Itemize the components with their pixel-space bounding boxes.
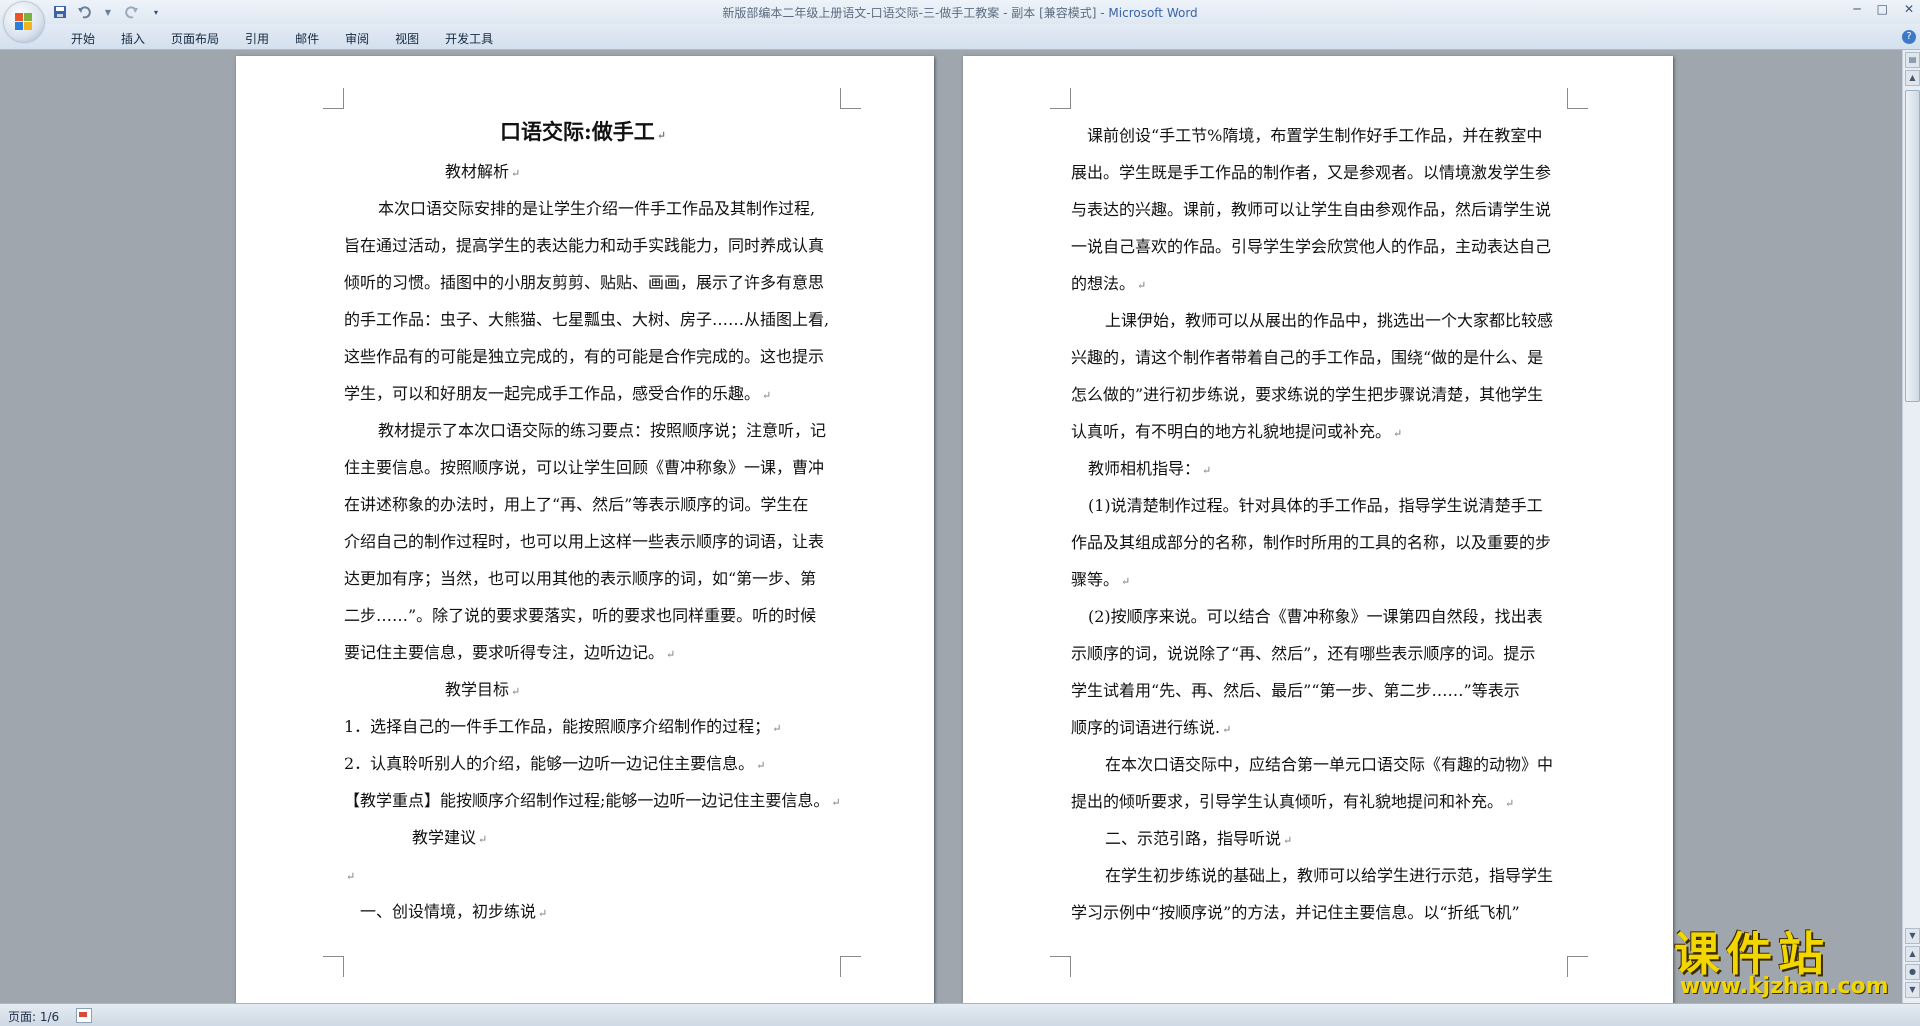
help-icon[interactable]: ?	[1902, 30, 1916, 44]
paragraph-line: 的想法。 ↵	[1071, 274, 1147, 293]
paragraph-line: 一说自己喜欢的作品。引导学生学会欣赏他人的作品，主动表达自己	[1071, 237, 1552, 256]
paragraph-line: 1．选择自己的一件手工作品，能按照顺序介绍制作的过程； ↵	[344, 717, 782, 736]
watermark-logo: 课件站 www.kjzhan.com	[1666, 918, 1906, 1003]
paragraph-line: 骤等。 ↵	[1071, 570, 1131, 589]
paragraph-line: 旨在通过活动，提高学生的表达能力和动手实践能力，同时养成认真	[344, 236, 825, 255]
vertical-scrollbar[interactable]: ▤ ▲ ▼ ▲ ● ▼	[1902, 50, 1920, 1003]
tab-developer[interactable]: 开发工具	[432, 30, 506, 47]
paragraph-line: 二、示范引路，指导听说 ↵	[1105, 829, 1293, 848]
margin-corner-mark	[1567, 956, 1588, 977]
scroll-down-icon[interactable]: ▼	[1905, 928, 1920, 944]
proofing-status-icon[interactable]	[76, 1008, 92, 1023]
paragraph-line: 二步……”。除了说的要求要落实，听的要求也同样重要。听的时候	[344, 606, 817, 625]
tab-review[interactable]: 审阅	[332, 30, 382, 47]
paragraph-line: 在本次口语交际中，应结合第一单元口语交际《有趣的动物》中	[1105, 755, 1554, 774]
office-logo-icon	[15, 13, 33, 31]
tab-insert[interactable]: 插入	[108, 30, 158, 47]
paragraph-line: 展出。学生既是手工作品的制作者，又是参观者。以情境激发学生参	[1071, 163, 1552, 182]
window-controls: ─ □ ✕	[1853, 2, 1914, 16]
margin-corner-mark	[840, 956, 861, 977]
ruler-toggle-icon[interactable]: ▤	[1905, 52, 1920, 68]
margin-corner-mark	[1050, 956, 1071, 977]
paragraph-line: 达更加有序；当然，也可以用其他的表示顺序的词，如“第一步、第	[344, 569, 817, 588]
paragraph-line: 学生，可以和好朋友一起完成手工作品，感受合作的乐趣。 ↵	[344, 384, 772, 403]
close-icon[interactable]: ✕	[1904, 2, 1914, 16]
paragraph-line: 介绍自己的制作过程时，也可以用上这样一些表示顺序的词语，让表	[344, 532, 825, 551]
tab-view[interactable]: 视图	[382, 30, 432, 47]
previous-page-icon[interactable]: ▲	[1905, 946, 1920, 962]
margin-corner-mark	[323, 956, 344, 977]
ribbon-tab-bar: 开始 插入 页面布局 引用 邮件 审阅 视图 开发工具 ?	[0, 24, 1920, 50]
paragraph-line: 怎么做的”进行初步练说，要求练说的学生把步骤说清楚，其他学生	[1071, 385, 1544, 404]
paragraph-line: (2)按顺序来说。可以结合《曹冲称象》一课第四自然段，找出表	[1088, 607, 1543, 626]
paragraph-line: 的手工作品：虫子、大熊猫、七星瓢虫、大树、房子……从插图上看,	[344, 310, 830, 329]
tab-home[interactable]: 开始	[58, 30, 108, 47]
tab-mailings[interactable]: 邮件	[282, 30, 332, 47]
maximize-icon[interactable]: □	[1877, 2, 1888, 16]
page-count-status[interactable]: 页面: 1/6	[8, 1008, 59, 1025]
status-bar: 页面: 1/6	[0, 1003, 1920, 1026]
tab-page-layout[interactable]: 页面布局	[158, 30, 232, 47]
next-page-icon[interactable]: ▼	[1905, 982, 1920, 998]
office-button[interactable]	[4, 2, 44, 42]
minimize-icon[interactable]: ─	[1853, 2, 1860, 16]
paragraph-line: 兴趣的，请这个制作者带着自己的手工作品，围绕“做的是什么、是	[1071, 348, 1544, 367]
paragraph-line: 认真听，有不明白的地方礼貌地提问或补充。 ↵	[1071, 422, 1403, 441]
select-browse-object-icon[interactable]: ●	[1905, 964, 1920, 980]
paragraph-line: 在学生初步练说的基础上，教师可以给学生进行示范，指导学生	[1105, 866, 1554, 885]
paragraph-line: 一、创设情境，初步练说 ↵	[360, 902, 548, 921]
document-title: 新版部编本二年级上册语文-口语交际-三-做手工教案 - 副本 [兼容模式] -	[722, 6, 1109, 20]
paragraph-line: 教师相机指导： ↵	[1088, 459, 1212, 478]
document-heading: 口语交际:做手工 ↵	[500, 119, 666, 144]
watermark-url: www.kjzhan.com	[1680, 974, 1889, 999]
margin-corner-mark	[840, 88, 861, 109]
paragraph-line: 提出的倾听要求，引导学生认真倾听，有礼貌地提问和补充。 ↵	[1071, 792, 1515, 811]
paragraph-line: 教学建议 ↵	[412, 828, 488, 847]
paragraph-line: 在讲述称象的办法时，用上了“再、然后”等表示顺序的词。学生在	[344, 495, 809, 514]
paragraph-line: 学生试着用“先、再、然后、最后”“第一步、第二步……”等表示	[1071, 681, 1520, 700]
paragraph-line: 【教学重点】能按顺序介绍制作过程;能够一边听一边记住主要信息。 ↵	[344, 791, 841, 810]
title-bar: ▼ ▾ 新版部编本二年级上册语文-口语交际-三-做手工教案 - 副本 [兼容模式…	[0, 0, 1920, 25]
window-title: 新版部编本二年级上册语文-口语交际-三-做手工教案 - 副本 [兼容模式] - …	[0, 4, 1920, 21]
paragraph-line: (1)说清楚制作过程。针对具体的手工作品，指导学生说清楚手工	[1088, 496, 1543, 515]
document-page-2[interactable]: 课前创设“手工节%隋境，布置学生制作好手工作品，并在教室中 展出。学生既是手工作…	[963, 56, 1673, 1003]
margin-corner-mark	[323, 88, 344, 109]
margin-corner-mark	[1050, 88, 1071, 109]
paragraph-line: 住主要信息。按照顺序说，可以让学生回顾《曹冲称象》一课，曹冲	[344, 458, 825, 477]
paragraph-line: 与表达的兴趣。课前，教师可以让学生自由参观作品，然后请学生说	[1071, 200, 1552, 219]
paragraph-line: 教材解析 ↵	[445, 162, 521, 181]
paragraph-line: 本次口语交际安排的是让学生介绍一件手工作品及其制作过程,	[378, 199, 816, 218]
scroll-up-icon[interactable]: ▲	[1905, 70, 1920, 86]
paragraph-line: 倾听的习惯。插图中的小朋友剪剪、贴贴、画画，展示了许多有意思	[344, 273, 825, 292]
scroll-thumb[interactable]	[1905, 90, 1920, 402]
paragraph-line: 教学目标 ↵	[445, 680, 521, 699]
paragraph-line: 这些作品有的可能是独立完成的，有的可能是合作完成的。这也提示	[344, 347, 825, 366]
paragraph-line: 教材提示了本次口语交际的练习要点：按照顺序说；注意听，记	[378, 421, 827, 440]
document-page-1[interactable]: 口语交际:做手工 ↵ 教材解析 ↵ 本次口语交际安排的是让学生介绍一件手工作品及其制…	[236, 56, 934, 1003]
paragraph-line: 2．认真聆听别人的介绍，能够一边听一边记住主要信息。 ↵	[344, 754, 766, 773]
tab-references[interactable]: 引用	[232, 30, 282, 47]
margin-corner-mark	[1567, 88, 1588, 109]
paragraph-line: 示顺序的词，说说除了“再、然后”，还有哪些表示顺序的词。提示	[1071, 644, 1536, 663]
paragraph-line: 学习示例中“按顺序说”的方法，并记住主要信息。以“折纸飞机”	[1071, 903, 1520, 922]
paragraph-line: ↵	[346, 870, 356, 883]
app-name: Microsoft Word	[1108, 6, 1198, 20]
paragraph-line: 顺序的词语进行练说. ↵	[1071, 718, 1232, 737]
paragraph-line: 要记住主要信息，要求听得专注，边听边记。 ↵	[344, 643, 676, 662]
paragraph-line: 作品及其组成部分的名称，制作时所用的工具的名称，以及重要的步	[1071, 533, 1552, 552]
paragraph-line: 课前创设“手工节%隋境，布置学生制作好手工作品，并在教室中	[1087, 126, 1543, 145]
document-area[interactable]: 口语交际:做手工 ↵ 教材解析 ↵ 本次口语交际安排的是让学生介绍一件手工作品及其制…	[0, 50, 1902, 1003]
paragraph-line: 上课伊始，教师可以从展出的作品中，挑选出一个大家都比较感	[1105, 311, 1554, 330]
